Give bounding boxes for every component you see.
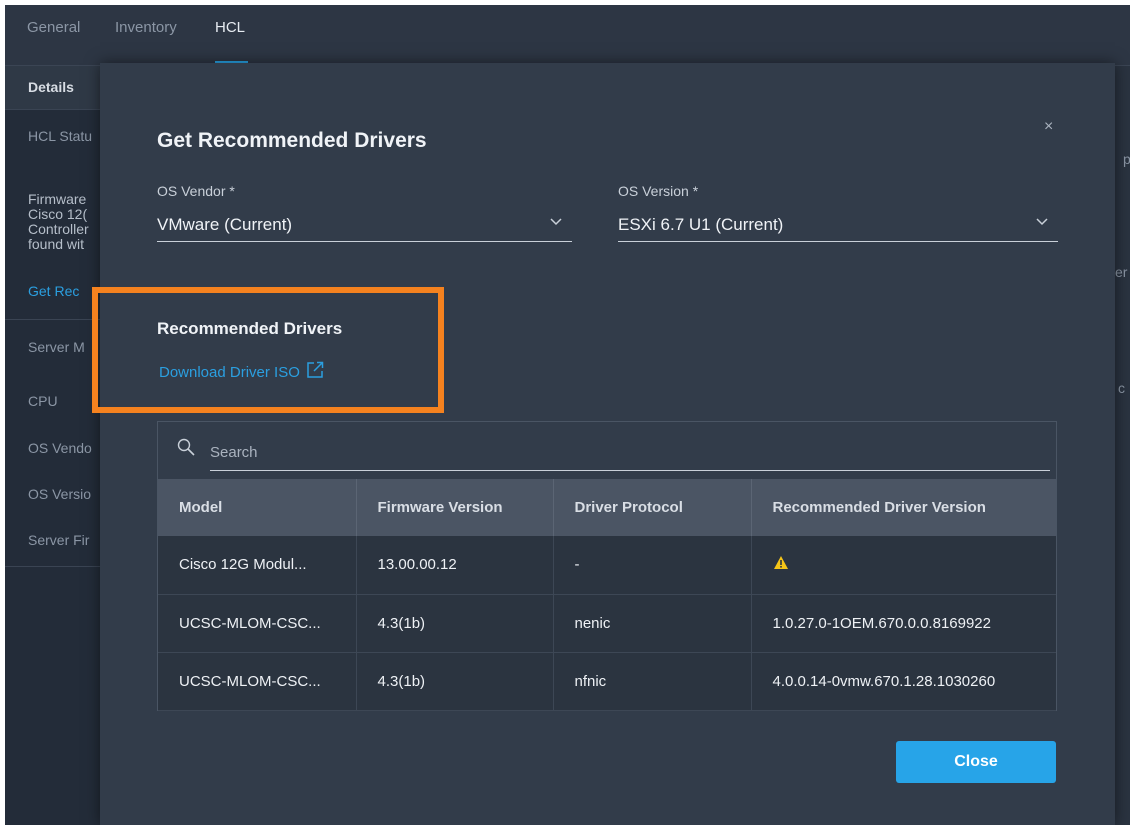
tab-inventory[interactable]: Inventory bbox=[115, 19, 177, 36]
download-link-label: Download Driver ISO bbox=[159, 363, 300, 381]
sidebar-get-recommended-link[interactable]: Get Rec bbox=[28, 283, 79, 299]
search-icon bbox=[176, 437, 196, 464]
clipped-text: er bbox=[1115, 264, 1128, 280]
details-sidebar: Details HCL Statu Firmware Cisco 12( Con… bbox=[5, 66, 100, 825]
chevron-down-icon bbox=[550, 214, 562, 230]
warning-icon bbox=[773, 556, 789, 574]
sidebar-server-model: Server M bbox=[28, 339, 85, 355]
close-button[interactable]: Close bbox=[896, 741, 1056, 783]
divider bbox=[5, 319, 100, 320]
chevron-down-icon bbox=[1036, 214, 1048, 230]
firmware-line: Firmware bbox=[28, 191, 87, 207]
cell-driver-protocol: nfnic bbox=[553, 652, 752, 711]
right-edge-panel: p er c bbox=[1115, 66, 1130, 825]
column-header-firmware-version[interactable]: Firmware Version bbox=[356, 479, 554, 536]
sidebar-cpu: CPU bbox=[28, 393, 58, 409]
search-input[interactable] bbox=[210, 434, 1050, 471]
cell-model: Cisco 12G Modul... bbox=[158, 536, 357, 595]
cell-recommended-driver-version: 1.0.27.0-1OEM.670.0.0.8169922 bbox=[751, 594, 1056, 653]
sidebar-details-header: Details bbox=[5, 66, 100, 110]
cell-model: UCSC-MLOM-CSC... bbox=[158, 652, 357, 711]
os-vendor-select[interactable]: VMware (Current) bbox=[157, 212, 572, 242]
cell-recommended-driver-version: 4.0.0.14-0vmw.670.1.28.1030260 bbox=[751, 652, 1056, 711]
cell-firmware-version: 4.3(1b) bbox=[356, 594, 554, 653]
sidebar-os-version: OS Versio bbox=[28, 486, 92, 502]
clipped-text: c bbox=[1118, 380, 1125, 396]
cell-driver-protocol: nenic bbox=[553, 594, 752, 653]
modal-title: Get Recommended Drivers bbox=[157, 129, 427, 152]
os-version-value: ESXi 6.7 U1 (Current) bbox=[618, 215, 784, 234]
os-vendor-value: VMware (Current) bbox=[157, 215, 293, 234]
column-header-model[interactable]: Model bbox=[158, 479, 357, 536]
table-row: Cisco 12G Modul... 13.00.00.12 - bbox=[158, 536, 1056, 595]
download-driver-iso-link[interactable]: Download Driver ISO bbox=[159, 361, 324, 383]
table-row: UCSC-MLOM-CSC... 4.3(1b) nfnic 4.0.0.14-… bbox=[158, 652, 1056, 711]
sidebar-server-firmware: Server Fir bbox=[28, 532, 90, 548]
tab-general[interactable]: General bbox=[27, 19, 80, 36]
cell-recommended-driver-version bbox=[751, 536, 1056, 595]
firmware-line: Cisco 12( bbox=[28, 206, 88, 222]
external-link-icon bbox=[306, 361, 324, 383]
sidebar-details-label: Details bbox=[28, 79, 74, 95]
tab-bar: General Inventory HCL bbox=[5, 5, 1130, 66]
close-icon[interactable]: × bbox=[1044, 118, 1053, 136]
sidebar-firmware-text: Firmware Cisco 12( Controller found wit bbox=[28, 192, 89, 252]
clipped-text: p bbox=[1123, 151, 1130, 167]
search-bar bbox=[158, 422, 1056, 479]
table-header-row: Model Firmware Version Driver Protocol R… bbox=[158, 479, 1056, 536]
os-version-field: OS Version * ESXi 6.7 U1 (Current) bbox=[618, 183, 1058, 242]
cell-firmware-version: 13.00.00.12 bbox=[356, 536, 554, 595]
cell-model: UCSC-MLOM-CSC... bbox=[158, 594, 357, 653]
os-version-label: OS Version * bbox=[618, 183, 699, 199]
column-header-driver-protocol[interactable]: Driver Protocol bbox=[553, 479, 752, 536]
os-vendor-field: OS Vendor * VMware (Current) bbox=[157, 183, 572, 242]
os-vendor-label: OS Vendor * bbox=[157, 183, 235, 199]
os-version-select[interactable]: ESXi 6.7 U1 (Current) bbox=[618, 212, 1058, 242]
table-row: UCSC-MLOM-CSC... 4.3(1b) nenic 1.0.27.0-… bbox=[158, 594, 1056, 653]
drivers-table-panel: Model Firmware Version Driver Protocol R… bbox=[157, 421, 1057, 711]
firmware-line: found wit bbox=[28, 236, 85, 252]
sidebar-os-vendor: OS Vendo bbox=[28, 440, 92, 456]
recommended-drivers-heading: Recommended Drivers bbox=[157, 319, 343, 338]
recommended-drivers-modal: Get Recommended Drivers × OS Vendor * VM… bbox=[100, 63, 1115, 825]
cell-firmware-version: 4.3(1b) bbox=[356, 652, 554, 711]
drivers-table: Model Firmware Version Driver Protocol R… bbox=[158, 479, 1056, 711]
firmware-line: Controller bbox=[28, 221, 89, 237]
cell-driver-protocol: - bbox=[553, 536, 752, 595]
sidebar-hcl-status: HCL Statu bbox=[28, 128, 93, 144]
divider bbox=[5, 566, 100, 567]
tab-hcl[interactable]: HCL bbox=[215, 19, 245, 36]
column-header-recommended-driver-version[interactable]: Recommended Driver Version bbox=[751, 479, 1056, 536]
